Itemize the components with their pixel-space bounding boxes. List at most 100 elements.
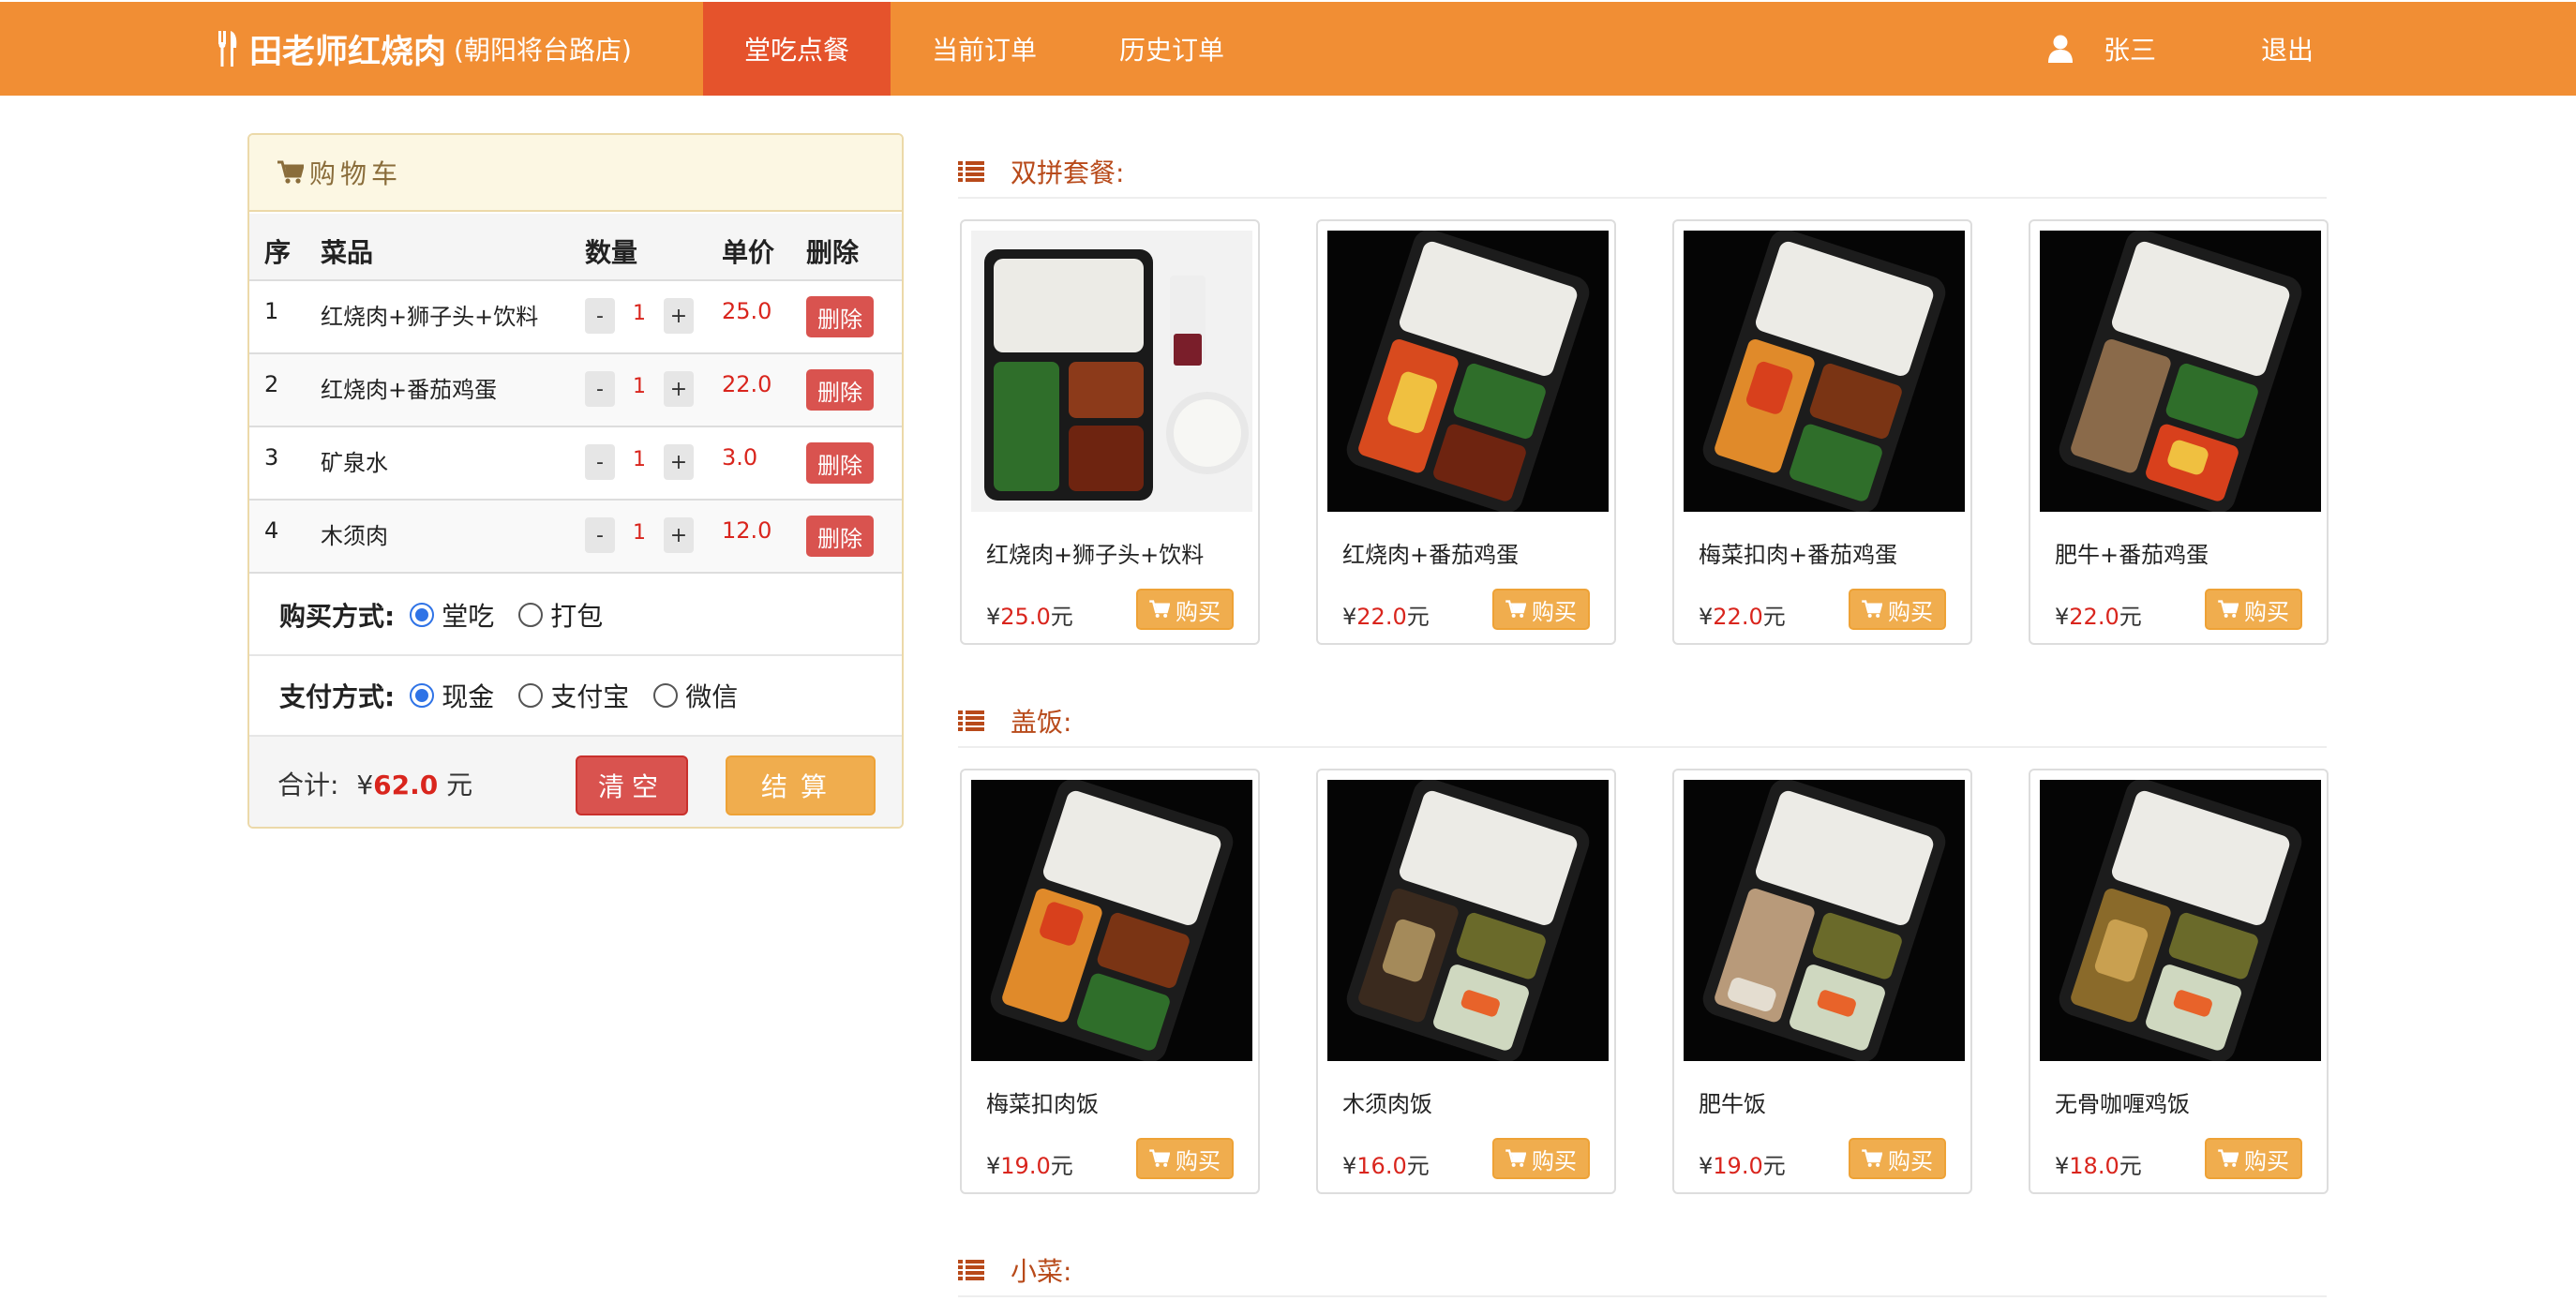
buy-button[interactable]: 购买 [1849,1138,1946,1179]
col-header-price: 单价 [722,237,775,268]
menu-item-card[interactable]: 红烧肉+番茄鸡蛋 ¥22.0元 购买 [1316,219,1616,645]
currency-symbol: ¥ [986,1153,1001,1179]
qty-minus-button[interactable]: - [585,298,615,334]
buy-button[interactable]: 购买 [1136,589,1234,630]
radio-dine-in-dot[interactable] [410,603,435,627]
cart-row-seq: 3 [264,444,279,471]
dish-photo [2040,231,2321,512]
dish-name: 梅菜扣肉+番茄鸡蛋 [1699,542,1898,568]
cart-icon [2218,1149,2239,1167]
radio-alipay-label: 支付宝 [550,681,630,712]
dish-photo [1684,780,1965,1061]
qty-plus-button[interactable]: + [664,371,694,407]
dish-photo [1327,231,1609,512]
checkout-button[interactable]: 结算 [726,755,876,815]
cart-row-name: 木须肉 [321,523,388,549]
buy-button[interactable]: 购买 [1849,589,1946,630]
top-navbar: 田老师红烧肉 (朝阳将台路店) 堂吃点餐 当前订单 历史订单 张三 退出 [0,2,2576,96]
menu-item-card[interactable]: 梅菜扣肉+番茄鸡蛋 ¥22.0元 购买 [1672,219,1972,645]
logout-link[interactable]: 退出 [2261,2,2314,96]
qty-minus-button[interactable]: - [585,444,615,480]
user-name: 张三 [2104,35,2157,66]
price-value: 18.0 [2069,1153,2119,1179]
price-value: 22.0 [2069,604,2119,630]
cart-row: 1 红烧肉+狮子头+饮料 - 1 + 25.0 删除 [249,281,902,354]
radio-cash[interactable]: 现金 [410,677,494,714]
buy-button[interactable]: 购买 [2205,1138,2302,1179]
radio-takeaway-dot[interactable] [518,603,544,627]
brand[interactable]: 田老师红烧肉 (朝阳将台路店) [217,2,632,96]
user-menu[interactable]: 张三 [2047,2,2156,96]
cart-total-row: 合计: ¥62.0 元 清空 结算 [249,737,902,827]
dish-name: 梅菜扣肉饭 [986,1091,1099,1117]
qty-minus-button[interactable]: - [585,517,615,553]
qty-plus-button[interactable]: + [664,444,694,480]
col-header-dish: 菜品 [321,237,374,268]
delete-button[interactable]: 删除 [806,369,874,411]
payment-method-row: 支付方式: 现金 支付宝 微信 [249,656,902,737]
buy-label: 购买 [1176,1147,1221,1174]
cart-row-price: 25.0 [722,298,772,324]
radio-cash-dot[interactable] [410,683,435,708]
qty-plus-button[interactable]: + [664,298,694,334]
brand-name: 田老师红烧肉 [249,33,447,71]
delete-button[interactable]: 删除 [806,296,874,337]
cart-icon [1505,1149,1526,1167]
qty-value: 1 [633,448,646,471]
buy-button[interactable]: 购买 [2205,589,2302,630]
buy-label: 购买 [2244,1147,2289,1174]
dish-photo [971,231,1252,512]
price-unit: 元 [1406,1153,1430,1179]
dish-photo [1327,780,1609,1061]
dish-price: ¥25.0元 [986,598,1073,631]
cart-row-seq: 1 [264,298,279,324]
menu-item-card[interactable]: 肥牛饭 ¥19.0元 购买 [1672,769,1972,1194]
tab-order-history[interactable]: 历史订单 [1078,2,1266,96]
delete-button[interactable]: 删除 [806,516,874,557]
menu-item-card[interactable]: 木须肉饭 ¥16.0元 购买 [1316,769,1616,1194]
radio-alipay[interactable]: 支付宝 [518,677,629,714]
cart-row: 4 木须肉 - 1 + 12.0 删除 [249,501,902,574]
menu-item-card[interactable]: 无骨咖喱鸡饭 ¥18.0元 购买 [2029,769,2329,1194]
radio-wechat-dot[interactable] [653,683,679,708]
cart-row-price: 22.0 [722,371,772,397]
fork-knife-icon [217,31,238,67]
radio-alipay-dot[interactable] [518,683,544,708]
buy-button[interactable]: 购买 [1136,1138,1234,1179]
menu-item-card[interactable]: 梅菜扣肉饭 ¥19.0元 购买 [960,769,1260,1194]
tab-dine-in-order[interactable]: 堂吃点餐 [703,2,891,96]
cart-title: 购物车 [309,158,403,189]
delete-button[interactable]: 删除 [806,442,874,484]
tab-current-orders[interactable]: 当前订单 [891,2,1078,96]
cart-icon [1505,600,1526,618]
qty-minus-button[interactable]: - [585,371,615,407]
currency-symbol: ¥ [1699,604,1714,630]
cart-row-seq: 4 [264,517,279,544]
dish-name: 无骨咖喱鸡饭 [2055,1091,2190,1117]
radio-takeaway[interactable]: 打包 [518,596,603,634]
list-icon [958,1260,984,1280]
cart-row-name: 矿泉水 [321,450,388,476]
qty-plus-button[interactable]: + [664,517,694,553]
buy-label: 购买 [1176,598,1221,625]
dish-name: 肥牛饭 [1699,1091,1766,1117]
buy-button[interactable]: 购买 [1492,589,1590,630]
price-unit: 元 [2119,1153,2142,1179]
radio-dine-in[interactable]: 堂吃 [410,596,494,634]
dish-price: ¥19.0元 [986,1147,1073,1180]
currency-symbol: ¥ [2055,604,2070,630]
clear-cart-button[interactable]: 清空 [576,755,688,815]
list-icon [958,161,984,182]
buy-label: 购买 [1532,1147,1577,1174]
quantity-stepper: - 1 + [585,444,694,480]
radio-wechat[interactable]: 微信 [653,677,738,714]
price-value: 19.0 [1713,1153,1763,1179]
menu-item-card[interactable]: 红烧肉+狮子头+饮料 ¥25.0元 购买 [960,219,1260,645]
menu-item-card[interactable]: 肥牛+番茄鸡蛋 ¥22.0元 购买 [2029,219,2329,645]
buy-label: 购买 [2244,598,2289,625]
col-header-delete: 删除 [806,237,860,268]
buy-button[interactable]: 购买 [1492,1138,1590,1179]
dish-name: 肥牛+番茄鸡蛋 [2055,542,2209,568]
total-amount: 62.0 [373,770,439,800]
cart-row-name: 红烧肉+狮子头+饮料 [321,304,539,330]
